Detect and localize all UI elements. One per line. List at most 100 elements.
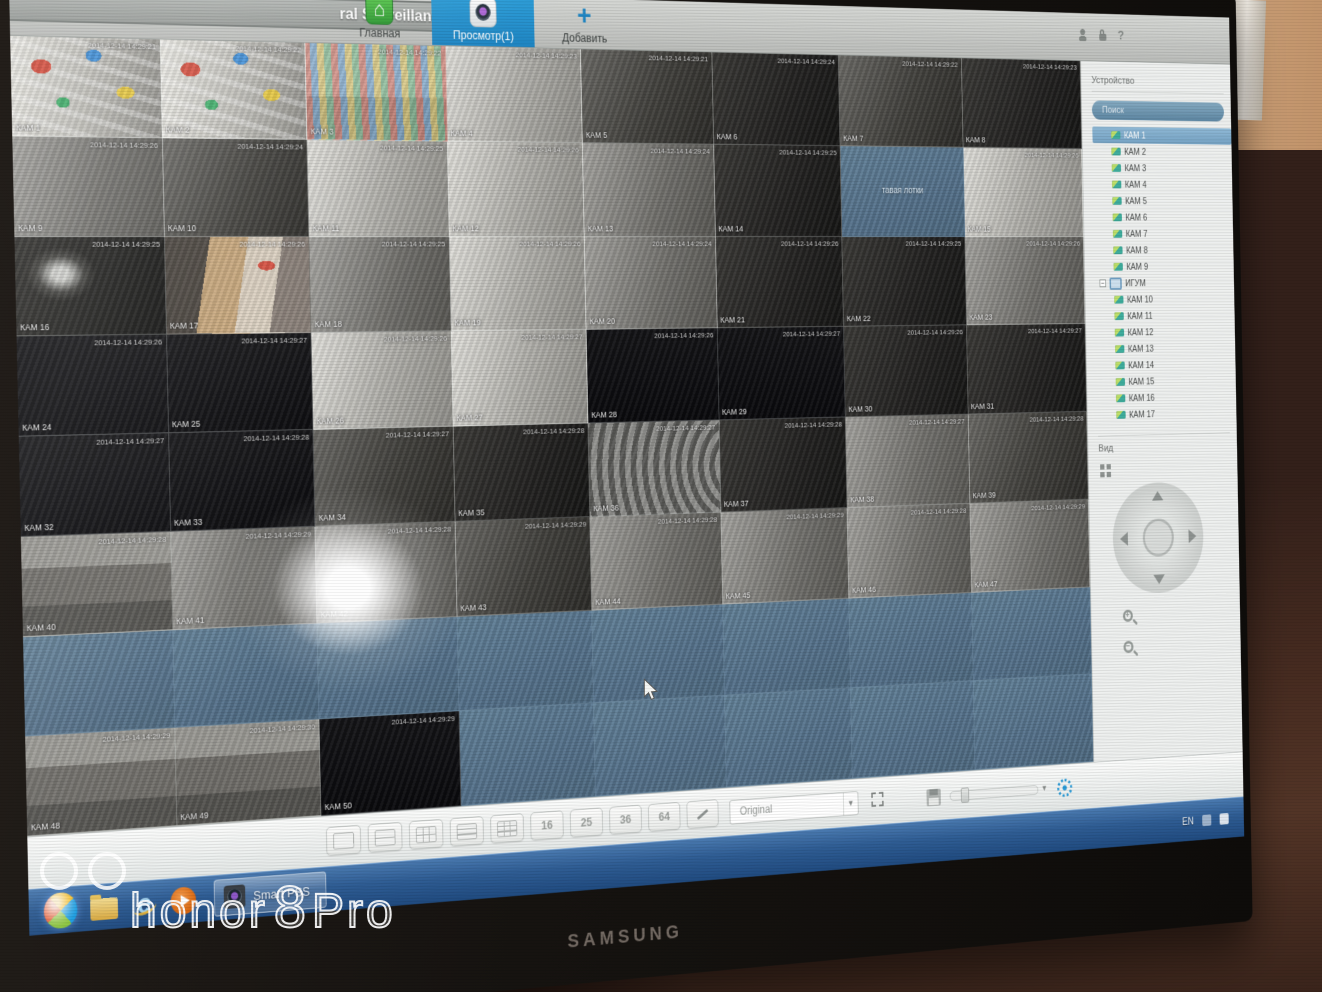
device-camera-item[interactable]: КАМ 11 bbox=[1096, 307, 1235, 325]
device-camera-item[interactable]: КАМ 10 bbox=[1095, 291, 1234, 309]
slider-handle[interactable] bbox=[960, 786, 970, 803]
camera-tile[interactable]: КАМ 31 2014-12-14 14:29:27 bbox=[966, 324, 1087, 415]
empty-cell[interactable] bbox=[849, 592, 974, 689]
layout-9-button[interactable] bbox=[490, 813, 525, 844]
layout-grid-icon[interactable] bbox=[1100, 464, 1112, 478]
camera-tile[interactable]: КАМ 9 2014-12-14 14:29:26 bbox=[12, 136, 165, 237]
camera-tile[interactable]: КАМ 41 2014-12-14 14:29:29 bbox=[170, 526, 318, 630]
device-camera-item[interactable]: КАМ 6 bbox=[1094, 209, 1233, 226]
camera-tile[interactable]: КАМ 3 2014-12-14 14:29:22 bbox=[305, 42, 448, 142]
device-camera-item[interactable]: КАМ 2 bbox=[1093, 143, 1232, 161]
camera-tile[interactable]: КАМ 42 2014-12-14 14:29:28 bbox=[315, 521, 458, 624]
camera-tile[interactable]: КАМ 39 2014-12-14 14:29:28 bbox=[968, 411, 1089, 504]
camera-tile[interactable]: КАМ 26 2014-12-14 14:29:26 bbox=[311, 331, 454, 430]
camera-tile[interactable]: КАМ 24 2014-12-14 14:29:26 bbox=[16, 334, 169, 437]
layout-16-button[interactable]: 16 bbox=[530, 810, 564, 841]
tray-keyboard-icon[interactable] bbox=[1202, 813, 1212, 826]
ptz-left-arrow[interactable] bbox=[1119, 531, 1129, 547]
camera-tile[interactable]: КАМ 6 2014-12-14 14:29:24 bbox=[711, 52, 841, 146]
empty-cell[interactable] bbox=[172, 623, 320, 729]
camera-tile[interactable]: КАМ 36 2014-12-14 14:29:27 bbox=[588, 420, 721, 517]
camera-tile[interactable]: КАМ 37 2014-12-14 14:29:28 bbox=[719, 417, 848, 513]
camera-tile[interactable]: КАМ 13 2014-12-14 14:29:24 bbox=[582, 142, 716, 237]
camera-tile[interactable]: КАМ 16 2014-12-14 14:29:25 bbox=[14, 236, 167, 337]
empty-cell[interactable] bbox=[722, 598, 851, 696]
camera-tile[interactable]: КАМ 14 2014-12-14 14:29:25 bbox=[713, 144, 843, 237]
help-icon[interactable] bbox=[1118, 28, 1125, 44]
camera-tile[interactable]: КАМ 32 2014-12-14 14:29:27 bbox=[18, 433, 171, 537]
camera-tile[interactable]: КАМ 10 2014-12-14 14:29:24 bbox=[162, 137, 310, 237]
ptz-pad[interactable] bbox=[1111, 480, 1205, 595]
camera-tile[interactable]: КАМ 35 2014-12-14 14:29:28 bbox=[453, 423, 591, 522]
empty-cell[interactable] bbox=[971, 586, 1092, 682]
empty-cell[interactable] bbox=[973, 674, 1094, 771]
camera-tile[interactable]: КАМ 2 2014-12-14 14:29:22 bbox=[160, 39, 308, 140]
camera-tile[interactable]: КАМ 7 2014-12-14 14:29:22 bbox=[838, 55, 964, 148]
camera-tile[interactable]: КАМ 45 2014-12-14 14:29:29 bbox=[720, 507, 850, 605]
fullscreen-button[interactable] bbox=[870, 790, 884, 812]
camera-tile[interactable]: КАМ 48 2014-12-14 14:29:29 bbox=[25, 728, 177, 837]
device-group-item[interactable]: ИГУМ bbox=[1095, 274, 1234, 291]
device-camera-item[interactable]: КАМ 8 bbox=[1094, 242, 1233, 259]
user-icon[interactable] bbox=[1077, 28, 1088, 42]
lock-icon[interactable] bbox=[1099, 33, 1107, 41]
camera-tile[interactable]: КАМ 5 2014-12-14 14:29:21 bbox=[580, 49, 714, 145]
camera-tile[interactable]: КАМ 12 2014-12-14 14:29:26 bbox=[447, 141, 585, 237]
camera-tile[interactable]: КАМ 43 2014-12-14 14:29:29 bbox=[455, 516, 593, 617]
layout-36-button[interactable]: 36 bbox=[609, 804, 643, 835]
camera-tile[interactable]: КАМ 38 2014-12-14 14:29:27 bbox=[845, 414, 970, 508]
camera-tile[interactable]: КАМ 20 2014-12-14 14:29:24 bbox=[584, 236, 718, 330]
camera-tile[interactable]: КАМ 29 2014-12-14 14:29:27 bbox=[717, 326, 846, 421]
camera-tile[interactable]: КАМ 17 2014-12-14 14:29:26 bbox=[164, 236, 312, 335]
empty-cell[interactable] bbox=[457, 610, 594, 712]
camera-tile[interactable]: КАМ 30 2014-12-14 14:29:26 bbox=[843, 325, 969, 418]
camera-tile[interactable]: КАМ 1 2014-12-14 14:29:21 bbox=[10, 35, 163, 138]
empty-cell[interactable] bbox=[317, 616, 459, 720]
device-camera-item[interactable]: КАМ 9 bbox=[1095, 258, 1234, 275]
camera-tile[interactable]: КАМ 46 2014-12-14 14:29:28 bbox=[847, 503, 972, 599]
zoom-out-icon[interactable]: − bbox=[1123, 640, 1139, 660]
layout-64-button[interactable]: 64 bbox=[647, 801, 681, 832]
device-camera-item[interactable]: КАМ 17 bbox=[1098, 404, 1237, 424]
empty-cell[interactable] bbox=[850, 681, 975, 779]
camera-tile[interactable]: КАМ 15 2014-12-14 14:29:26 bbox=[963, 147, 1084, 237]
ptz-center[interactable] bbox=[1142, 518, 1175, 558]
camera-tile[interactable]: КАМ 11 2014-12-14 14:29:25 bbox=[307, 139, 450, 237]
empty-cell[interactable] bbox=[724, 688, 853, 788]
camera-tile[interactable]: КАМ 8 2014-12-14 14:29:23 bbox=[961, 58, 1082, 149]
camera-tile[interactable]: КАМ 25 2014-12-14 14:29:27 bbox=[166, 333, 314, 434]
device-camera-item[interactable]: КАМ 5 bbox=[1094, 193, 1233, 210]
layout-8-button[interactable] bbox=[449, 815, 484, 847]
target-settings-icon[interactable] bbox=[1056, 777, 1073, 798]
layout-25-button[interactable]: 25 bbox=[569, 807, 604, 838]
custom-split-button[interactable] bbox=[686, 799, 719, 829]
language-indicator[interactable]: EN bbox=[1182, 815, 1194, 828]
camera-tile[interactable]: КАМ 47 2014-12-14 14:29:29 bbox=[969, 499, 1091, 593]
device-camera-item[interactable]: КАМ 7 bbox=[1094, 226, 1233, 243]
camera-tile[interactable]: КАМ 50 2014-12-14 14:29:29 bbox=[319, 711, 461, 817]
tab-add[interactable]: Добавить bbox=[534, 0, 635, 50]
ptz-up-arrow[interactable] bbox=[1151, 490, 1164, 501]
camera-tile[interactable]: КАМ 28 2014-12-14 14:29:26 bbox=[586, 328, 720, 424]
camera-tile[interactable]: КАМ 4 2014-12-14 14:29:23 bbox=[445, 46, 583, 143]
empty-cell[interactable] bbox=[23, 629, 175, 737]
camera-tile[interactable]: КАМ 33 2014-12-14 14:29:28 bbox=[168, 429, 316, 532]
camera-tile[interactable]: КАМ 44 2014-12-14 14:29:28 bbox=[590, 512, 723, 611]
camera-tile[interactable]: КАМ 19 2014-12-14 14:29:26 bbox=[449, 236, 587, 332]
camera-tile[interactable]: КАМ 34 2014-12-14 14:29:27 bbox=[313, 426, 456, 527]
device-camera-item[interactable]: КАМ 12 bbox=[1096, 323, 1235, 341]
device-camera-item[interactable]: КАМ 1 bbox=[1092, 126, 1232, 145]
camera-tile[interactable]: КАМ 27 2014-12-14 14:29:27 bbox=[451, 329, 589, 427]
camera-tile[interactable]: КАМ 23 2014-12-14 14:29:26 bbox=[964, 236, 1086, 326]
camera-tile[interactable]: КАМ 49 2014-12-14 14:29:30 bbox=[174, 719, 322, 827]
stream-select[interactable]: Original ▼ bbox=[729, 790, 859, 825]
device-camera-item[interactable]: КАМ 3 bbox=[1093, 160, 1232, 178]
camera-tile[interactable]: КАМ 21 2014-12-14 14:29:26 bbox=[715, 236, 844, 329]
empty-cell[interactable] bbox=[458, 703, 596, 807]
camera-tile[interactable]: КАМ 40 2014-12-14 14:29:28 bbox=[20, 531, 173, 637]
empty-cell[interactable] bbox=[593, 695, 727, 797]
tab-view[interactable]: Просмотр(1) bbox=[431, 0, 535, 48]
collapse-icon[interactable] bbox=[1099, 279, 1107, 288]
tray-app-icon[interactable] bbox=[1219, 812, 1229, 825]
camera-tile[interactable]: тавая лотки bbox=[840, 145, 965, 237]
